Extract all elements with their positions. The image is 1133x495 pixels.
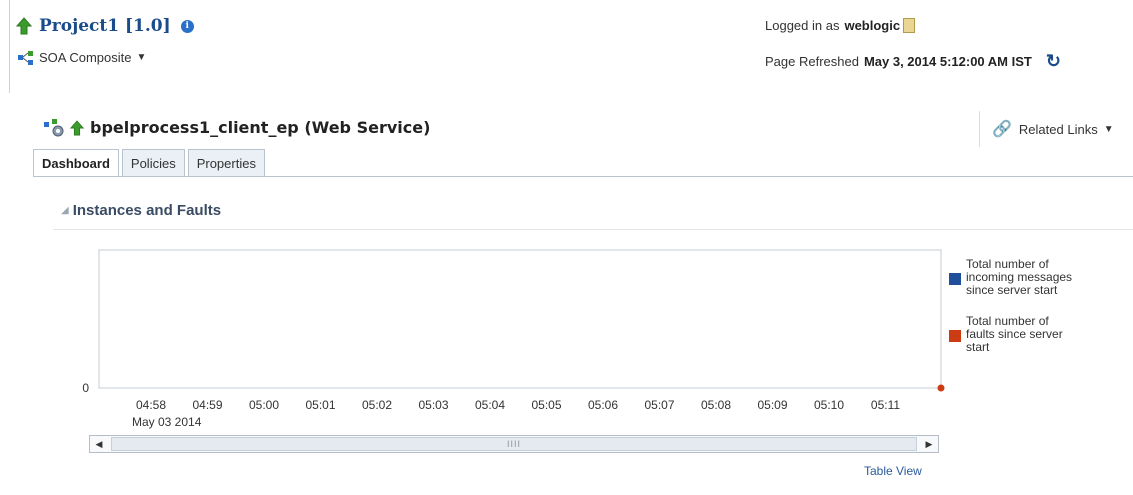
x-tick-label: 05:04	[475, 398, 505, 412]
x-tick-label: 05:10	[814, 398, 844, 412]
related-links-label: Related Links	[1018, 121, 1098, 137]
chart-legend: Total number of incoming messages since …	[949, 258, 1099, 372]
refresh-info: Page Refreshed May 3, 2014 5:12:00 AM IS…	[765, 52, 1061, 70]
scroll-thumb[interactable]: IIII	[111, 437, 917, 451]
legend-swatch	[949, 273, 961, 285]
x-tick-label: 05:05	[531, 398, 561, 412]
page-header: Project1 [1.0] i SOA Composite ▼ Logged …	[9, 0, 1133, 93]
legend-item-incoming: Total number of incoming messages since …	[949, 258, 1099, 297]
x-tick-label: 04:58	[136, 398, 166, 412]
left-edge	[0, 0, 9, 495]
x-tick-label: 04:59	[192, 398, 222, 412]
legend-swatch	[949, 330, 961, 342]
x-tick-label: 05:02	[362, 398, 392, 412]
tab-divider	[33, 176, 1133, 177]
fault-data-point	[937, 384, 945, 392]
x-tick-label: 05:01	[305, 398, 335, 412]
x-tick-label: 05:11	[871, 398, 900, 412]
x-date-label: May 03 2014	[132, 415, 202, 429]
x-tick-label: 05:09	[757, 398, 787, 412]
link-icon: 🔗	[992, 121, 1012, 138]
section-title: Instances and Faults	[72, 202, 222, 219]
logged-in-label: Logged in as	[765, 18, 840, 33]
related-links-button[interactable]: 🔗 Related Links ▼	[979, 111, 1133, 147]
service-title: bpelprocess1_client_ep (Web Service)	[90, 118, 431, 137]
collapse-triangle-icon[interactable]: ◢	[61, 205, 69, 216]
refreshed-time: May 3, 2014 5:12:00 AM IST	[863, 53, 1032, 69]
x-tick-label: 05:03	[418, 398, 448, 412]
main-content: bpelprocess1_client_ep (Web Service) 🔗 R…	[9, 93, 1133, 495]
x-tick-label: 05:00	[249, 398, 279, 412]
plot-area	[98, 249, 942, 389]
service-title-row: bpelprocess1_client_ep (Web Service)	[44, 118, 430, 137]
x-tick-label: 05:06	[588, 398, 618, 412]
tab-properties[interactable]: Properties	[187, 149, 265, 176]
chevron-down-icon: ▼	[1103, 123, 1114, 135]
login-info: Logged in as weblogic	[765, 18, 916, 33]
server-icon	[903, 18, 916, 33]
chart-scrollbar[interactable]: ◀ IIII ▶	[89, 435, 939, 453]
refreshed-label: Page Refreshed	[765, 53, 859, 69]
x-tick-label: 05:08	[701, 398, 731, 412]
up-arrow-icon	[16, 17, 32, 35]
tab-dashboard[interactable]: Dashboard	[33, 149, 119, 177]
table-view-link[interactable]: Table View	[864, 464, 922, 478]
scroll-right-icon[interactable]: ▶	[920, 436, 938, 452]
chevron-down-icon: ▼	[136, 52, 147, 63]
instances-faults-chart: 0 04:58 04:59 05:00 05:01 05:02 05:03 05:04 05:0…	[82, 249, 945, 429]
info-icon[interactable]: i	[180, 19, 194, 33]
x-tick-label: 05:07	[644, 398, 674, 412]
section-header[interactable]: ◢ Instances and Faults	[61, 202, 221, 219]
page-title: Project1 [1.0]	[39, 16, 171, 36]
refresh-icon[interactable]: ↻	[1046, 52, 1061, 70]
tab-bar: Dashboard Policies Properties	[33, 149, 268, 177]
username[interactable]: weblogic	[844, 18, 900, 33]
tab-policies[interactable]: Policies	[121, 149, 185, 176]
web-service-icon	[44, 118, 64, 136]
section-divider	[53, 229, 1133, 230]
up-arrow-icon	[70, 119, 84, 135]
legend-line: since server start	[966, 283, 1058, 297]
legend-line: start	[966, 340, 990, 354]
scroll-left-icon[interactable]: ◀	[90, 436, 108, 452]
legend-item-faults: Total number of faults since server star…	[949, 315, 1099, 354]
composite-icon	[18, 50, 33, 65]
y-tick-label: 0	[82, 381, 89, 395]
title-row: Project1 [1.0] i	[16, 14, 194, 38]
composite-label: SOA Composite	[39, 50, 132, 65]
composite-menu[interactable]: SOA Composite ▼	[18, 50, 146, 65]
